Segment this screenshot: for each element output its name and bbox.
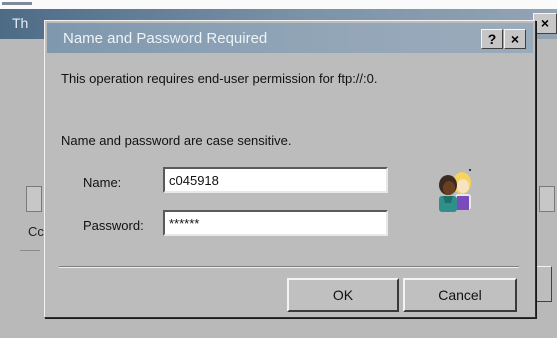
name-input[interactable] [163, 167, 388, 193]
name-password-dialog: Name and Password Required ? × This oper… [44, 20, 536, 318]
background-window-field-right [539, 186, 555, 212]
dialog-titlebar[interactable]: Name and Password Required ? × [47, 23, 533, 53]
close-button[interactable]: × [504, 29, 526, 49]
background-window-close-button[interactable]: × [533, 13, 557, 34]
background-window-separator [20, 250, 40, 251]
case-sensitive-message: Name and password are case sensitive. [61, 133, 292, 148]
permission-message: This operation requires end-user permiss… [61, 71, 378, 86]
desktop-strip [0, 0, 557, 9]
dialog-separator [59, 266, 519, 268]
background-window-field-left [26, 186, 42, 212]
name-label: Name: [83, 175, 122, 190]
dialog-title: Name and Password Required [63, 30, 268, 47]
help-button[interactable]: ? [481, 29, 503, 49]
users-icon [439, 169, 471, 212]
background-window-label: Cc [28, 224, 44, 239]
strip-mark [2, 2, 32, 5]
password-label: Password: [83, 218, 144, 233]
ok-button[interactable]: OK [287, 278, 399, 312]
password-input[interactable] [163, 210, 388, 236]
cancel-button[interactable]: Cancel [403, 278, 517, 312]
background-window-title: Th [12, 15, 29, 31]
